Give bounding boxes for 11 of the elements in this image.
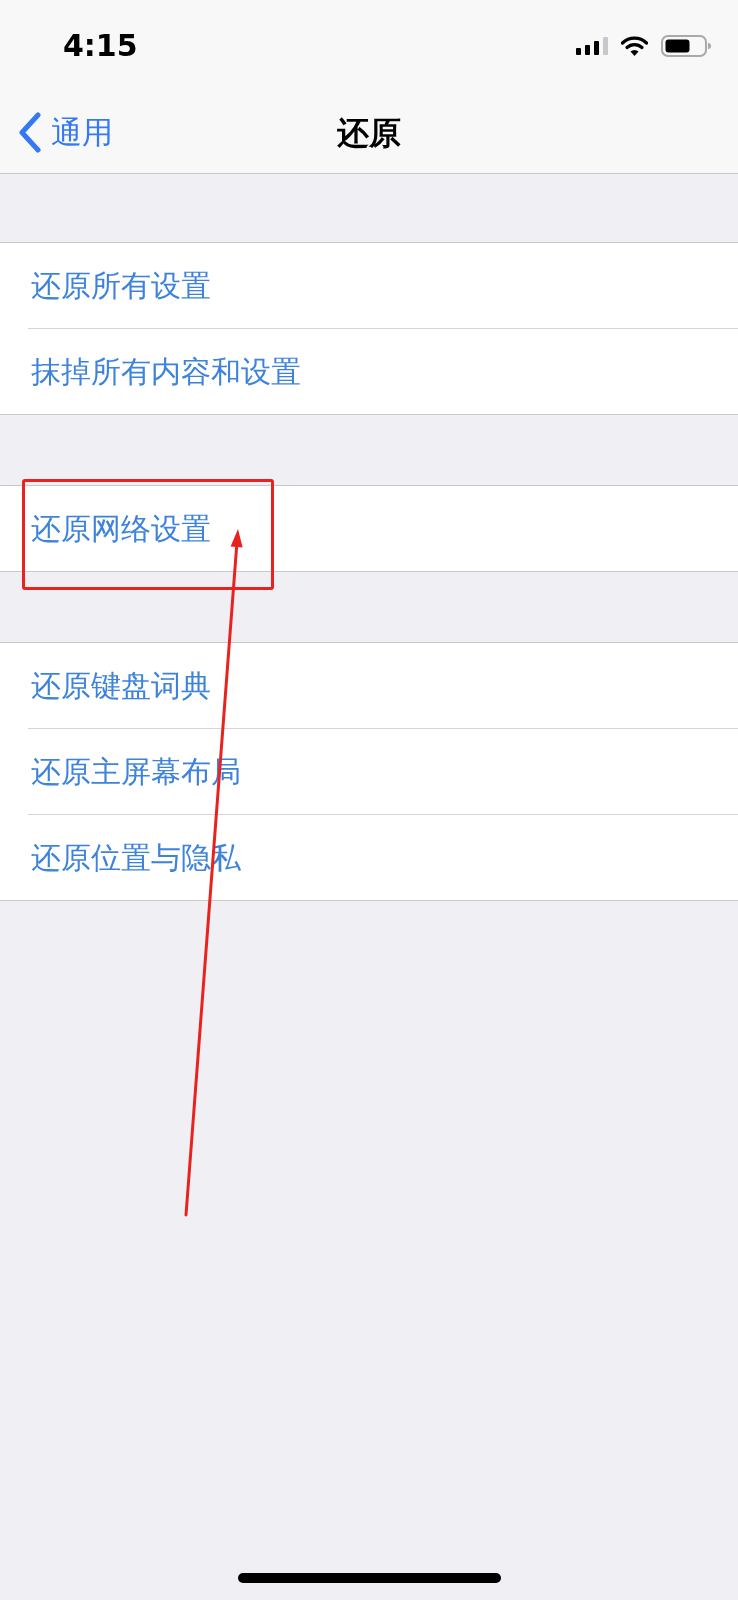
page-title: 还原 — [337, 116, 401, 149]
list-item[interactable]: 抹掉所有内容和设置 — [0, 329, 738, 414]
list-item[interactable]: 还原所有设置 — [0, 243, 738, 328]
back-button[interactable]: 通用 — [0, 112, 113, 153]
list-item[interactable]: 还原键盘词典 — [0, 643, 738, 728]
status-time: 4:15 — [63, 31, 138, 61]
list-item[interactable]: 还原网络设置 — [0, 486, 738, 571]
battery-icon — [661, 35, 711, 57]
signal-icon — [576, 37, 608, 55]
wifi-icon — [621, 36, 648, 56]
chevron-left-icon — [18, 112, 41, 153]
